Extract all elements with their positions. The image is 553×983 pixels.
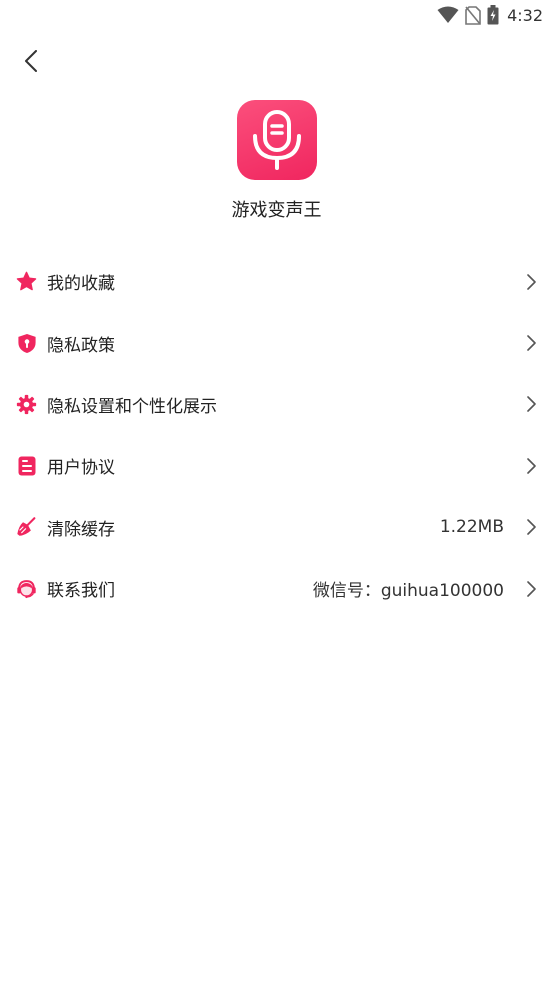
- no-sim-icon: [465, 5, 481, 25]
- wifi-icon: [437, 6, 459, 23]
- status-time: 4:32: [507, 5, 543, 25]
- status-bar: 4:32: [0, 0, 553, 30]
- chevron-right-icon: [525, 395, 537, 413]
- menu-item-label: 隐私设置和个性化展示: [47, 396, 217, 417]
- menu-item-privacy-settings[interactable]: 隐私设置和个性化展示: [0, 374, 553, 435]
- star-icon: [16, 271, 37, 292]
- battery-charging-icon: [487, 5, 499, 25]
- app-name: 游戏变声王: [231, 200, 322, 221]
- shield-icon: [16, 333, 37, 354]
- chevron-right-icon: [525, 334, 537, 352]
- chevron-right-icon: [525, 518, 537, 536]
- chevron-right-icon: [525, 580, 537, 598]
- gear-icon: [16, 394, 37, 415]
- menu-item-clear-cache[interactable]: 清除缓存 1.22MB: [0, 497, 553, 558]
- cache-size-value: 1.22MB: [439, 517, 504, 538]
- menu-item-label: 联系我们: [47, 581, 115, 602]
- microphone-icon: [252, 110, 301, 170]
- back-arrow-icon: [25, 50, 37, 72]
- menu-item-favorites[interactable]: 我的收藏: [0, 251, 553, 312]
- menu-item-label: 用户协议: [47, 458, 115, 479]
- document-icon: [16, 455, 37, 476]
- chevron-right-icon: [525, 273, 537, 291]
- menu-item-label: 我的收藏: [47, 274, 115, 295]
- customer-service-icon: [16, 578, 37, 599]
- app-logo: [236, 100, 317, 180]
- menu-item-label: 隐私政策: [47, 335, 115, 356]
- menu-item-label: 清除缓存: [47, 519, 115, 540]
- chevron-right-icon: [525, 457, 537, 475]
- menu-item-privacy-policy[interactable]: 隐私政策: [0, 312, 553, 373]
- settings-menu: 我的收藏 隐私政策 隐私设置和个性化展示 用户协议 清除缓存 1.22MB 联系…: [0, 251, 553, 619]
- status-icons: 4:32: [437, 4, 543, 26]
- app-header: 游戏变声王: [0, 100, 553, 222]
- menu-item-user-agreement[interactable]: 用户协议: [0, 435, 553, 496]
- broom-icon: [16, 517, 37, 538]
- wechat-id-value: 微信号：guihua100000: [312, 581, 504, 602]
- back-button[interactable]: [14, 44, 48, 78]
- menu-item-contact-us[interactable]: 联系我们 微信号：guihua100000: [0, 558, 553, 619]
